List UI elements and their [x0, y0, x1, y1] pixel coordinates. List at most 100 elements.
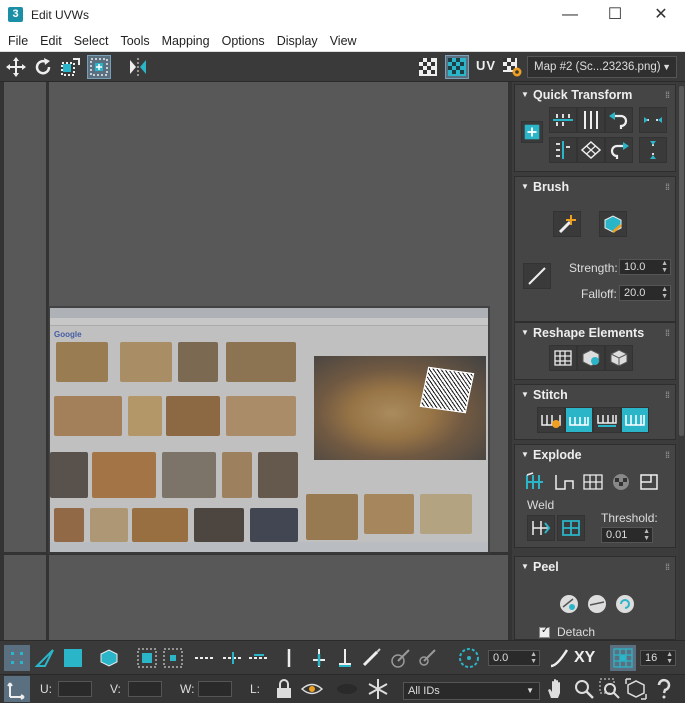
relax-options-button[interactable] — [605, 345, 633, 371]
absolute-mode-button[interactable] — [456, 645, 482, 671]
spinner-arrows-icon[interactable]: ▲ ▼ — [530, 651, 537, 665]
menu-select[interactable]: Select — [68, 34, 115, 48]
drag-handle-icon[interactable]: ⁞⁞ — [665, 323, 670, 343]
rotate-tool-button[interactable] — [31, 55, 55, 79]
grid-snap-button[interactable] — [610, 645, 636, 671]
align-vertical-button[interactable] — [577, 107, 605, 133]
curve-button[interactable] — [546, 645, 572, 671]
transform-mode-button[interactable] — [4, 676, 30, 702]
align-horizontal-button[interactable] — [549, 107, 577, 133]
spinner-arrows-icon[interactable]: ▲ ▼ — [661, 260, 668, 274]
paint-select-button[interactable] — [358, 645, 384, 671]
ring-button[interactable] — [276, 645, 302, 671]
falloff-spinner[interactable]: 20.0 ▲ ▼ — [619, 285, 671, 301]
checker-map-button[interactable] — [416, 55, 440, 79]
shrink-selection-button[interactable] — [160, 645, 186, 671]
space-vertical-button[interactable] — [639, 137, 667, 163]
drag-handle-icon[interactable]: ⁞⁞ — [665, 445, 670, 465]
menu-mapping[interactable]: Mapping — [156, 34, 216, 48]
explode-by-material-button[interactable] — [635, 469, 663, 495]
strength-spinner[interactable]: 10.0 ▲ ▼ — [619, 259, 671, 275]
grow-selection-button[interactable] — [134, 645, 160, 671]
hide-button[interactable] — [300, 677, 324, 701]
explode-by-polygon-button[interactable] — [579, 469, 607, 495]
stitch-custom-button[interactable] — [537, 407, 565, 433]
map-options-button[interactable] — [500, 55, 524, 79]
reshape-elements-header[interactable]: ▼ Reshape Elements ⁞⁞ — [515, 323, 675, 343]
peel-mode-button[interactable] — [583, 591, 611, 617]
relax-brush-button[interactable] — [599, 211, 627, 237]
menu-view[interactable]: View — [324, 34, 363, 48]
lock-selection-button[interactable] — [272, 677, 296, 701]
grid-count-field[interactable]: 16 ▲ ▼ — [640, 650, 676, 666]
weld-selected-button[interactable] — [527, 515, 555, 541]
relax-button[interactable] — [577, 345, 605, 371]
menu-options[interactable]: Options — [216, 34, 271, 48]
brush-header[interactable]: ▼ Brush ⁞⁞ — [515, 177, 675, 197]
grow-loop-button[interactable] — [220, 645, 246, 671]
reset-peel-button[interactable] — [611, 591, 639, 617]
uv-editor-viewport[interactable]: Google — [0, 82, 512, 640]
freeform-tool-button[interactable] — [87, 55, 111, 79]
stitch-to-target-button[interactable] — [621, 407, 649, 433]
detach-checkbox[interactable] — [539, 625, 550, 638]
shrink-brush-button[interactable] — [414, 645, 440, 671]
menu-tools[interactable]: Tools — [114, 34, 155, 48]
drag-handle-icon[interactable]: ⁞⁞ — [665, 385, 670, 405]
w-field[interactable] — [198, 681, 232, 697]
stitch-to-source-button[interactable] — [565, 407, 593, 433]
break-button[interactable] — [521, 469, 549, 495]
u-field[interactable] — [58, 681, 92, 697]
stitch-header[interactable]: ▼ Stitch ⁞⁞ — [515, 385, 675, 405]
brush-falloff-curve-button[interactable] — [523, 263, 551, 289]
show-map-button[interactable] — [445, 55, 469, 79]
shrink-loop-button[interactable] — [246, 645, 272, 671]
quick-transform-header[interactable]: ▼ Quick Transform ⁞⁞ — [515, 85, 675, 105]
v-field[interactable] — [128, 681, 162, 697]
panel-scrollbar-thumb[interactable] — [679, 86, 684, 436]
peel-header[interactable]: ▼ Peel ⁞⁞ — [515, 557, 675, 577]
straighten-selection-button[interactable] — [549, 345, 577, 371]
close-button[interactable]: ✕ — [638, 0, 684, 30]
threshold-spinner[interactable]: 0.01 ▲ ▼ — [601, 527, 653, 543]
grow-ring-button[interactable] — [306, 645, 332, 671]
drag-handle-icon[interactable]: ⁞⁞ — [665, 177, 670, 197]
menu-file[interactable]: File — [2, 34, 34, 48]
explode-by-smoothing-button[interactable] — [607, 469, 635, 495]
isolate-button[interactable] — [334, 677, 360, 701]
material-id-dropdown[interactable]: All IDs ▼ — [403, 682, 540, 700]
drag-handle-icon[interactable]: ⁞⁞ — [665, 557, 670, 577]
stitch-average-button[interactable] — [593, 407, 621, 433]
straighten-button[interactable] — [577, 137, 605, 163]
menu-display[interactable]: Display — [271, 34, 324, 48]
detach-edge-button[interactable] — [551, 469, 579, 495]
spinner-arrows-icon[interactable]: ▲ ▼ — [666, 651, 673, 665]
rotate-cw-button[interactable] — [605, 137, 633, 163]
map-select-dropdown[interactable]: Map #2 (Sc...23236.png) ▼ — [527, 56, 677, 78]
paint-move-button[interactable] — [553, 211, 581, 237]
zoom-extents-button[interactable] — [624, 677, 648, 701]
freeze-button[interactable] — [366, 677, 390, 701]
select-vertex-button[interactable] — [4, 645, 30, 671]
zoom-button[interactable] — [572, 677, 596, 701]
weld-target-button[interactable] — [557, 515, 585, 541]
xy-toggle[interactable]: XY — [574, 649, 595, 667]
menu-edit[interactable]: Edit — [34, 34, 68, 48]
explode-header[interactable]: ▼ Explode ⁞⁞ — [515, 445, 675, 465]
set-pivot-button[interactable] — [521, 121, 543, 143]
uv-polygon[interactable] — [419, 366, 475, 414]
rotate-ccw-button[interactable] — [605, 107, 633, 133]
spinner-arrows-icon[interactable]: ▲ ▼ — [643, 528, 650, 542]
enlarge-brush-button[interactable] — [388, 645, 414, 671]
align-to-edge-button[interactable] — [549, 137, 577, 163]
help-button[interactable] — [652, 677, 676, 701]
zoom-region-button[interactable] — [598, 677, 622, 701]
space-horizontal-button[interactable] — [639, 107, 667, 133]
angle-field[interactable]: 0.0 ▲ ▼ — [488, 650, 540, 666]
shrink-ring-button[interactable] — [332, 645, 358, 671]
pan-button[interactable] — [544, 677, 568, 701]
maximize-button[interactable]: ☐ — [592, 0, 638, 30]
spinner-arrows-icon[interactable]: ▲ ▼ — [661, 286, 668, 300]
select-edge-button[interactable] — [32, 645, 58, 671]
select-element-button[interactable] — [96, 645, 122, 671]
